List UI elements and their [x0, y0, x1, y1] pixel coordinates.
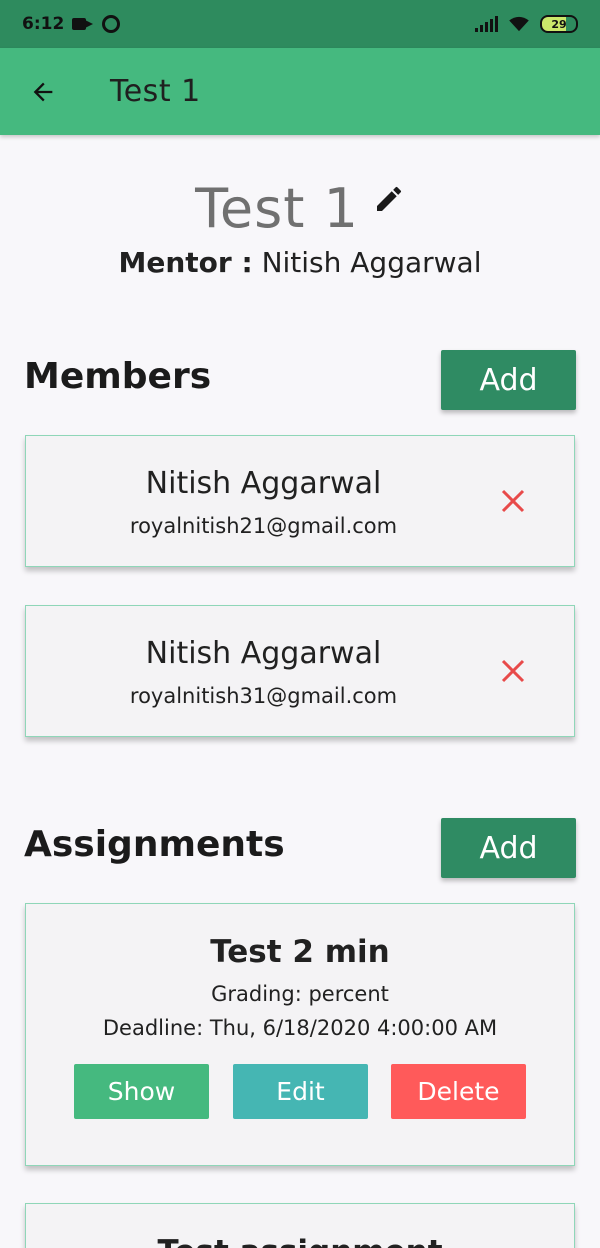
sync-icon	[102, 15, 121, 33]
add-assignment-button[interactable]: Add	[441, 818, 576, 878]
edit-assignment-button[interactable]: Edit	[233, 1064, 368, 1119]
assignment-title: Test 2 min	[210, 934, 390, 970]
show-assignment-button[interactable]: Show	[74, 1064, 209, 1119]
member-email: royalnitish31@gmail.com	[129, 684, 398, 708]
mentor-name: Nitish Aggarwal	[261, 246, 482, 279]
assignment-title: Test assignment	[26, 1234, 574, 1248]
battery-icon: 29	[540, 15, 578, 33]
page-title: Test 1	[0, 165, 600, 240]
wifi-icon	[509, 16, 529, 32]
camera-icon	[72, 17, 94, 31]
assignment-card: Test 2 min Grading: percent Deadline: Th…	[25, 903, 575, 1166]
mentor-line: Mentor : Nitish Aggarwal	[0, 246, 600, 279]
status-bar: 6:12 29	[0, 0, 600, 48]
back-arrow-icon[interactable]	[28, 77, 58, 107]
assignment-card: Test assignment	[25, 1203, 575, 1248]
member-card: Nitish Aggarwal royalnitish31@gmail.com	[25, 605, 575, 737]
mentor-label: Mentor :	[118, 246, 253, 279]
members-heading: Members	[24, 356, 212, 397]
class-title: Test 1	[195, 177, 359, 240]
member-email: royalnitish21@gmail.com	[129, 514, 398, 538]
assignments-heading: Assignments	[24, 824, 285, 865]
app-bar: Test 1	[0, 48, 600, 135]
edit-pencil-icon[interactable]	[373, 165, 405, 211]
assignment-grading: Grading: percent	[211, 982, 389, 1006]
app-bar-title: Test 1	[110, 74, 201, 109]
member-card: Nitish Aggarwal royalnitish21@gmail.com	[25, 435, 575, 567]
add-member-button[interactable]: Add	[441, 350, 576, 410]
assignment-deadline: Deadline: Thu, 6/18/2020 4:00:00 AM	[102, 1016, 498, 1040]
remove-member-icon[interactable]	[500, 488, 526, 514]
delete-assignment-button[interactable]: Delete	[391, 1064, 526, 1119]
member-name: Nitish Aggarwal	[145, 466, 382, 501]
clock: 6:12	[22, 14, 65, 34]
signal-icon	[475, 16, 498, 32]
member-name: Nitish Aggarwal	[145, 636, 382, 671]
remove-member-icon[interactable]	[500, 658, 526, 684]
